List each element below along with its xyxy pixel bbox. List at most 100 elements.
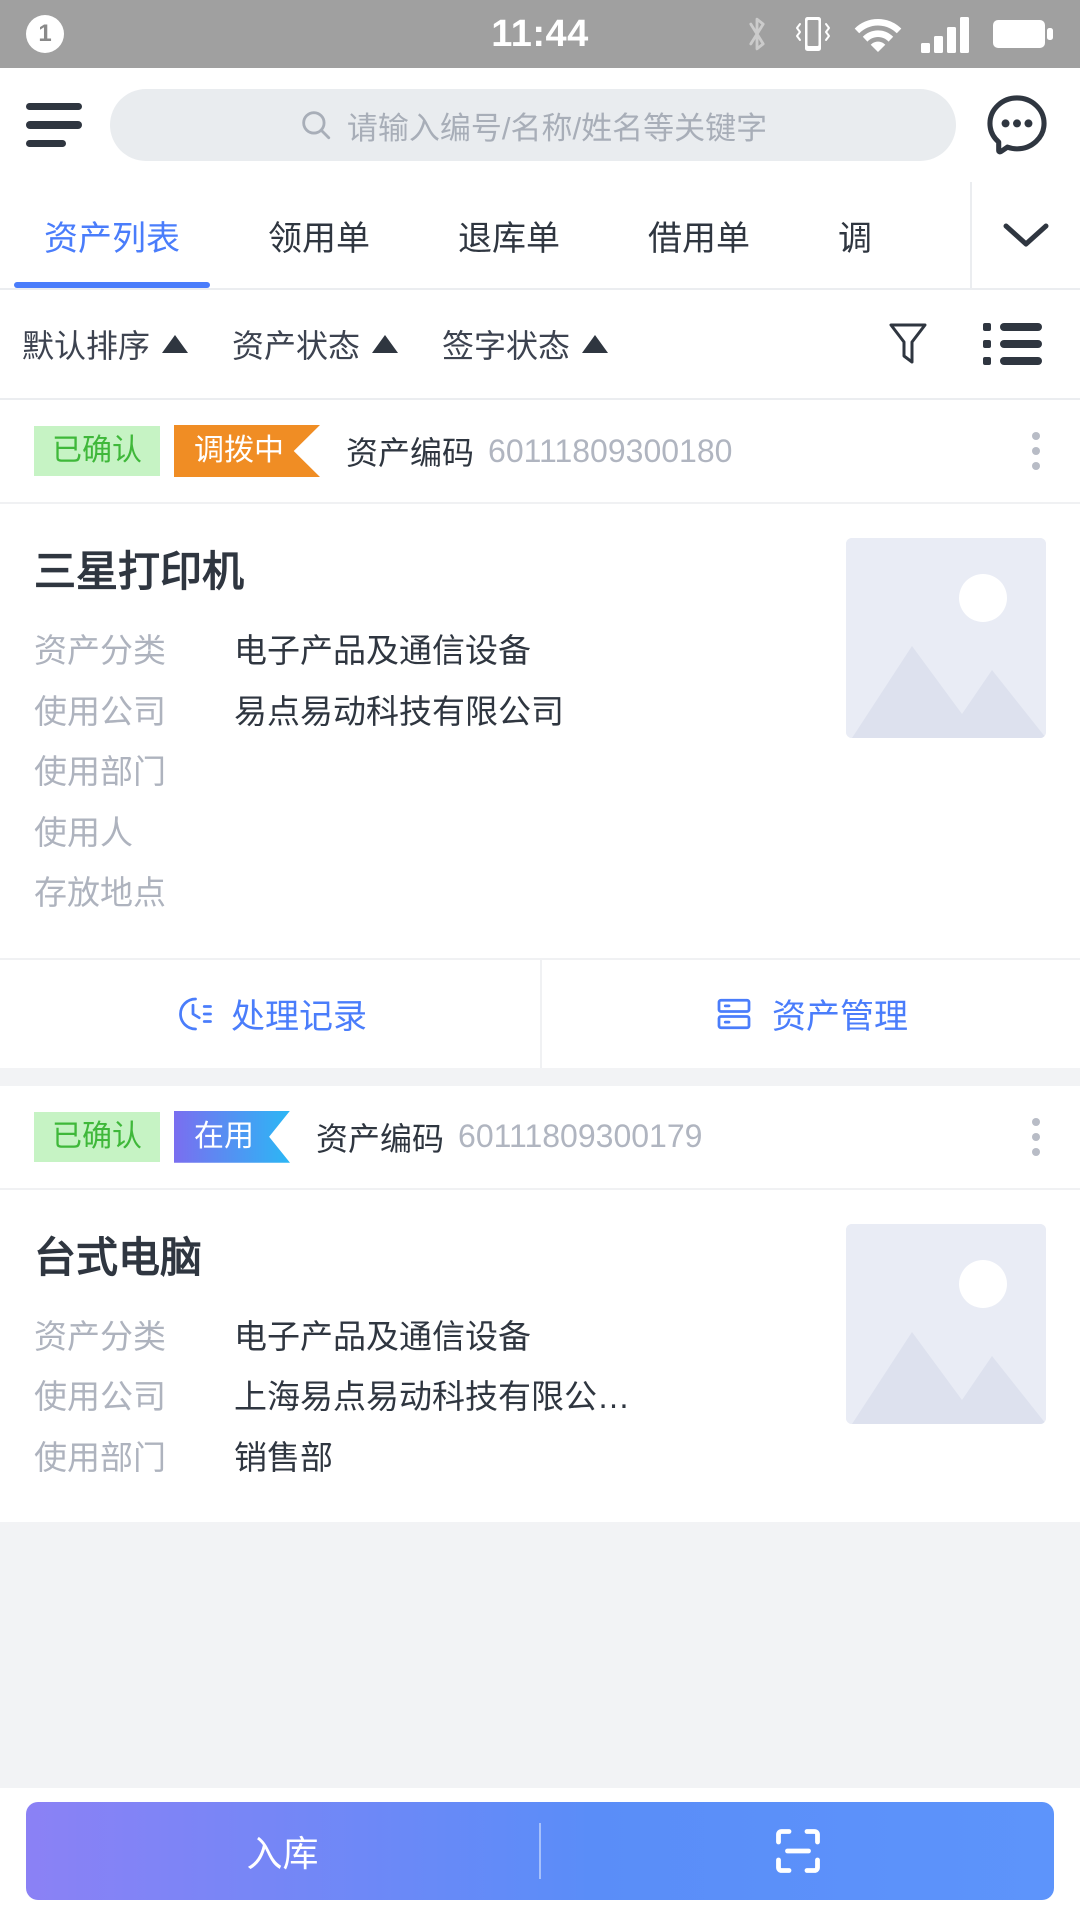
- asset-code-label: 资产编码: [346, 435, 475, 471]
- tab-bar: 资产列表 领用单 退库单 借用单 调: [0, 182, 1080, 290]
- tab-return[interactable]: 退库单: [414, 182, 604, 288]
- field-value: 电子产品及通信设备: [234, 1317, 531, 1355]
- list-view-icon[interactable]: [983, 323, 1042, 365]
- image-placeholder-icon[interactable]: [846, 538, 1046, 738]
- scan-button[interactable]: [541, 1824, 1054, 1878]
- action-asset-management[interactable]: 资产管理: [540, 959, 1080, 1068]
- list-dot: [983, 357, 991, 365]
- status-badge: 已确认: [34, 426, 160, 476]
- hamburger-menu-icon[interactable]: [26, 103, 86, 147]
- filter-funnel-icon[interactable]: [887, 320, 929, 368]
- field-label: 资产分类: [34, 1317, 166, 1355]
- asset-card-actions: 处理记录 资产管理: [0, 957, 1080, 1068]
- action-label: 处理记录: [231, 998, 367, 1037]
- asset-card-info: 台式电脑 资产分类 电子产品及通信设备 使用公司 上海易点易动科技有限公… 使用…: [34, 1224, 826, 1497]
- asset-name: 三星打印机: [34, 548, 245, 595]
- primary-action-button[interactable]: 入库: [26, 1802, 1054, 1900]
- asset-code-value: 60111809300180: [488, 432, 733, 469]
- asset-card-body: 台式电脑 资产分类 电子产品及通信设备 使用公司 上海易点易动科技有限公… 使用…: [0, 1190, 1080, 1523]
- filter-bar-icons: [887, 320, 1058, 368]
- asset-field: 使用公司 易点易动科技有限公司: [34, 690, 826, 735]
- caret-up-icon: [162, 335, 189, 353]
- kebab-dot: [1032, 432, 1040, 440]
- kebab-menu-icon[interactable]: [1018, 420, 1054, 482]
- search-icon: [302, 111, 331, 140]
- field-label: 资产分类: [34, 632, 166, 669]
- filter-default-sort[interactable]: 默认排序: [22, 321, 189, 367]
- filter-label: 默认排序: [22, 328, 151, 364]
- status-bar: 1 11:44: [0, 0, 1080, 68]
- history-record-icon: [179, 997, 212, 1031]
- tab-label: 调: [838, 219, 872, 258]
- action-process-record[interactable]: 处理记录: [0, 960, 540, 1068]
- battery-icon: [993, 20, 1053, 48]
- asset-card-info: 三星打印机 资产分类 电子产品及通信设备 使用公司 易点易动科技有限公司 使用部…: [34, 538, 826, 932]
- status-bar-left: 1: [26, 15, 64, 53]
- field-label: 使用人: [34, 813, 133, 851]
- app-screen: 1 11:44 请输入编号/名称/姓名等关键字 资产列表 领用单 退库单 借用单…: [0, 0, 1080, 1920]
- field-value: 易点易动科技有限公司: [234, 692, 564, 730]
- kebab-dot: [1032, 447, 1040, 455]
- field-value: 电子产品及通信设备: [234, 632, 531, 669]
- tab-transfer-partial[interactable]: 调: [794, 182, 916, 288]
- asset-name: 台式电脑: [34, 1233, 203, 1281]
- field-label: 使用公司: [34, 692, 166, 730]
- wifi-icon: [854, 19, 902, 52]
- cellular-signal-icon: [921, 17, 969, 53]
- asset-field: 使用部门 销售部: [34, 1436, 826, 1481]
- menu-line-2: [26, 121, 82, 129]
- field-value: 上海易点易动科技有限公…: [234, 1378, 630, 1416]
- asset-card[interactable]: 已确认 调拨中 资产编码 60111809300180 三星打印机 资产分类 电…: [0, 400, 1080, 1068]
- list-bar: [1000, 323, 1042, 331]
- tab-label: 借用单: [648, 219, 750, 258]
- filter-signature-status[interactable]: 签字状态: [442, 321, 609, 367]
- asset-field: 存放地点: [34, 871, 826, 916]
- kebab-menu-icon[interactable]: [1018, 1106, 1054, 1168]
- tabs-scroll-container[interactable]: 资产列表 领用单 退库单 借用单 调: [0, 182, 970, 288]
- menu-line-1: [26, 103, 82, 111]
- asset-code-label: 资产编码: [316, 1120, 445, 1157]
- asset-card-body: 三星打印机 资产分类 电子产品及通信设备 使用公司 易点易动科技有限公司 使用部…: [0, 504, 1080, 958]
- list-dot: [983, 340, 991, 348]
- field-label: 使用部门: [34, 1438, 166, 1476]
- image-placeholder-icon[interactable]: [846, 1223, 1046, 1424]
- tab-borrow[interactable]: 借用单: [604, 182, 794, 288]
- list-dot: [983, 323, 991, 331]
- asset-card-header: 已确认 在用 资产编码 60111809300179: [0, 1086, 1080, 1190]
- status-bar-right: [742, 13, 1054, 55]
- field-value: 销售部: [234, 1438, 333, 1476]
- kebab-dot: [1032, 1117, 1040, 1126]
- search-input[interactable]: 请输入编号/名称/姓名等关键字: [110, 89, 956, 161]
- asset-list[interactable]: 已确认 调拨中 资产编码 60111809300180 三星打印机 资产分类 电…: [0, 400, 1080, 1920]
- tab-asset-list[interactable]: 资产列表: [0, 182, 224, 288]
- asset-field: 使用人: [34, 811, 826, 856]
- chat-bubble-icon[interactable]: [980, 88, 1054, 162]
- stock-in-button[interactable]: 入库: [26, 1825, 539, 1877]
- bottom-action-bar: 入库: [0, 1788, 1080, 1920]
- asset-card[interactable]: 已确认 在用 资产编码 60111809300179 台式电脑 资产分类 电子产…: [0, 1085, 1080, 1523]
- field-label: 使用部门: [34, 753, 166, 791]
- kebab-dot: [1032, 462, 1040, 470]
- list-row-2: [983, 340, 1042, 348]
- action-label: 资产管理: [772, 998, 908, 1037]
- chevron-down-icon[interactable]: [970, 182, 1080, 288]
- field-label: 使用公司: [34, 1378, 166, 1416]
- tab-label: 资产列表: [44, 219, 180, 258]
- caret-up-icon: [372, 335, 399, 353]
- tab-requisition[interactable]: 领用单: [224, 182, 414, 288]
- field-label: 存放地点: [34, 874, 166, 912]
- filter-asset-status[interactable]: 资产状态: [232, 321, 399, 367]
- stock-in-label: 入库: [246, 1833, 319, 1874]
- list-row-3: [983, 357, 1042, 365]
- asset-field: 使用公司 上海易点易动科技有限公…: [34, 1375, 826, 1420]
- menu-line-3: [26, 139, 66, 147]
- bluetooth-icon: [749, 17, 765, 51]
- asset-field: 使用部门: [34, 750, 826, 795]
- tab-label: 领用单: [268, 219, 370, 258]
- list-bar: [1000, 357, 1042, 365]
- list-bar: [1000, 340, 1042, 348]
- asset-management-icon: [717, 998, 751, 1029]
- filter-label: 资产状态: [232, 328, 361, 364]
- state-badge: 调拨中: [174, 425, 320, 477]
- app-header: 请输入编号/名称/姓名等关键字: [0, 68, 1080, 182]
